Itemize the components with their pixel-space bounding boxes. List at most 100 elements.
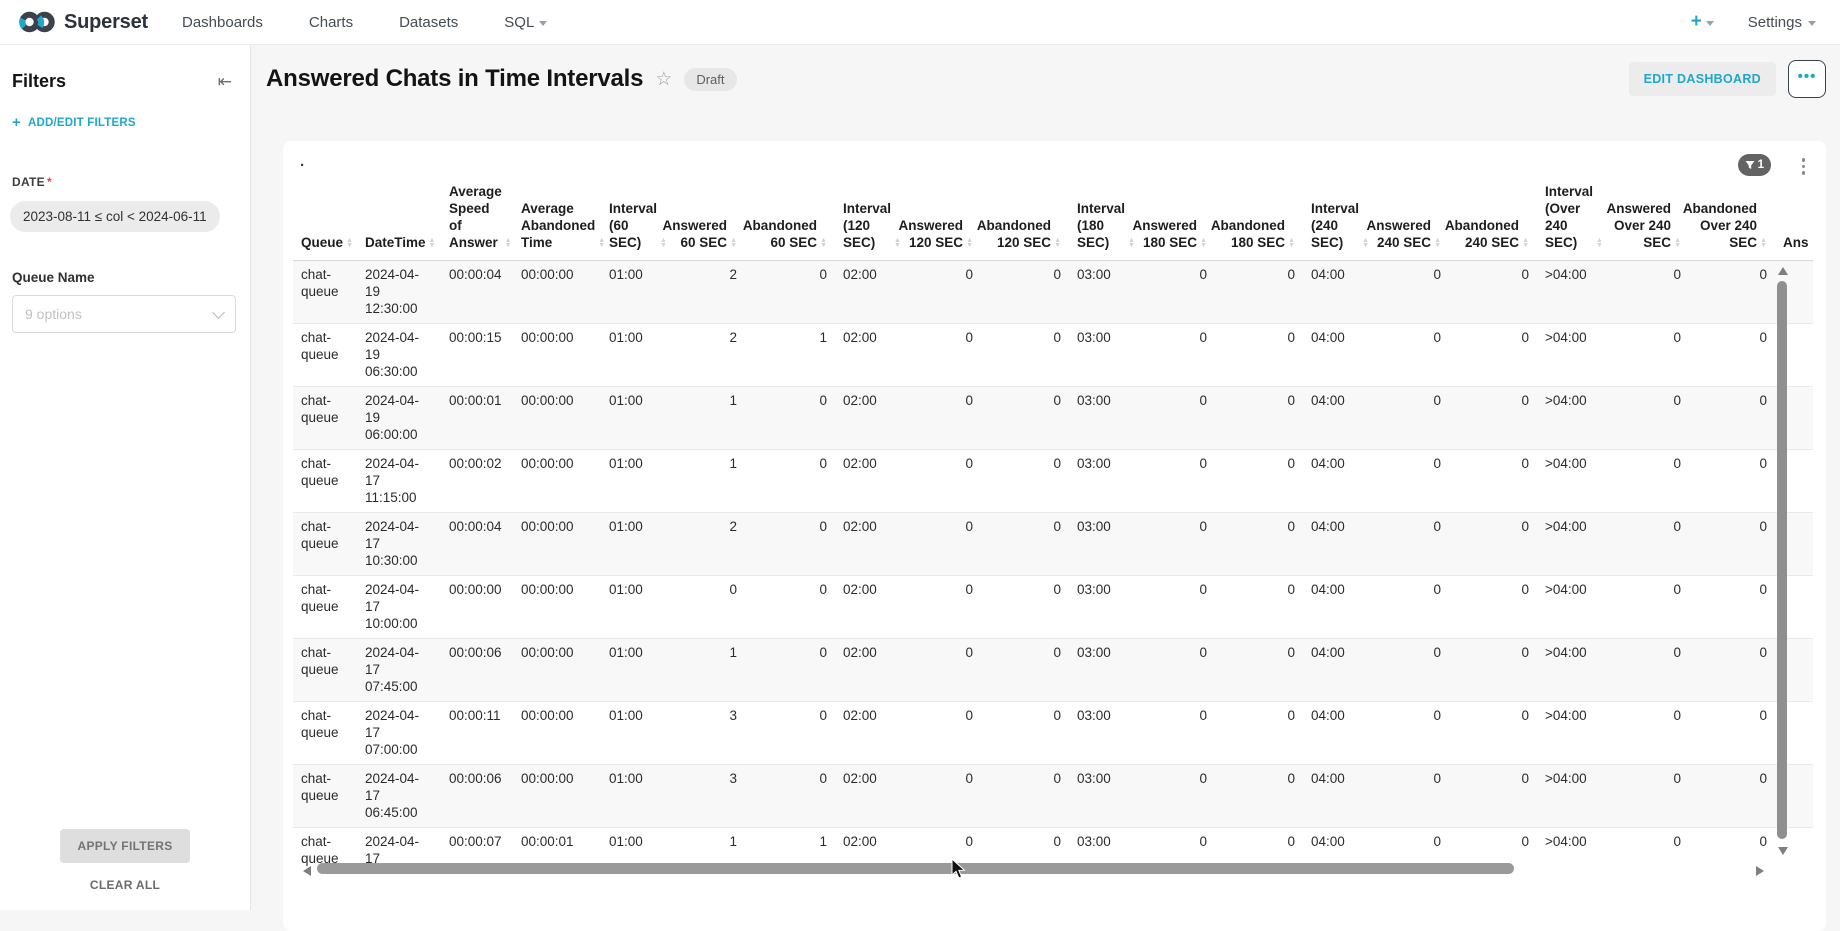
column-header-interval-180-sec[interactable]: Interval (180 SEC)▲▼ — [1069, 177, 1133, 261]
apply-filters-button[interactable]: APPLY FILTERS — [60, 829, 189, 863]
vertical-scrollbar-thumb[interactable] — [1777, 281, 1787, 839]
column-header-answered-60-sec[interactable]: Answered 60 SEC▲▼ — [667, 177, 745, 261]
cell-abandoned-120-sec: 0 — [981, 261, 1069, 324]
column-header-abandoned-120-sec[interactable]: Abandoned 120 SEC▲▼ — [981, 177, 1069, 261]
cell-abandoned-120-sec: 0 — [981, 513, 1069, 576]
sort-icon: ▲▼ — [598, 238, 605, 248]
cell-abandoned-60-sec: 0 — [745, 639, 835, 702]
nav-item-dashboards[interactable]: Dashboards — [182, 14, 263, 31]
table-header-row: Queue▲▼DateTime▲▼Average Speed of Answer… — [293, 177, 1813, 261]
column-header-answered-over-240-sec[interactable]: Answered Over 240 SEC▲▼ — [1609, 177, 1689, 261]
column-header-interval-over-240-sec[interactable]: Interval (Over 240 SEC)▲▼ — [1537, 177, 1609, 261]
column-header-interval-240-sec[interactable]: Interval (240 SEC)▲▼ — [1303, 177, 1367, 261]
cell-queue: chat-queue — [293, 828, 357, 868]
column-header-queue[interactable]: Queue▲▼ — [293, 177, 357, 261]
superset-infinity-icon — [18, 10, 56, 34]
horizontal-scrollbar-thumb[interactable] — [317, 863, 1514, 874]
edit-dashboard-button[interactable]: EDIT DASHBOARD — [1629, 62, 1776, 96]
favorite-star-icon[interactable]: ☆ — [655, 68, 672, 91]
sort-icon: ▲▼ — [1200, 238, 1207, 248]
cell-answered-over-240-sec: 0 — [1609, 261, 1689, 324]
cell-abandoned-over-240-sec: 0 — [1689, 702, 1775, 765]
cell-abandoned-over-240-sec: 0 — [1689, 387, 1775, 450]
column-header-abandoned-180-sec[interactable]: Abandoned 180 SEC▲▼ — [1215, 177, 1303, 261]
cell-abandoned-60-sec: 1 — [745, 324, 835, 387]
cell-interval-120-sec: 02:00 — [835, 387, 899, 450]
vertical-scroll-down-arrow[interactable] — [1778, 847, 1788, 855]
column-header-interval-60-sec[interactable]: Interval (60 SEC)▲▼ — [601, 177, 667, 261]
cell-abandoned-120-sec: 0 — [981, 324, 1069, 387]
plus-icon: + — [12, 114, 21, 131]
nav-item-charts[interactable]: Charts — [309, 14, 353, 31]
column-header-answered-240-sec[interactable]: Answered 240 SEC▲▼ — [1367, 177, 1449, 261]
column-label: Answered 60 SEC — [663, 217, 728, 251]
cell-interval-120-sec: 02:00 — [835, 828, 899, 868]
cell-interval-180-sec: 03:00 — [1069, 828, 1133, 868]
column-header-answered-120-sec[interactable]: Answered 120 SEC▲▼ — [899, 177, 981, 261]
queue-name-placeholder: 9 options — [25, 306, 82, 322]
chart-title: . — [300, 153, 304, 170]
column-header-datetime[interactable]: DateTime▲▼ — [357, 177, 441, 261]
cell-datetime: 2024-04- 17 07:45:00 — [357, 639, 441, 702]
column-header-abandoned-240-sec[interactable]: Abandoned 240 SEC▲▼ — [1449, 177, 1537, 261]
cell-answered-60-sec: 1 — [667, 828, 745, 868]
date-filter-value[interactable]: 2023-08-11 ≤ col < 2024-06-11 — [10, 201, 220, 232]
cell-interval-over-240-sec: >04:00 — [1537, 324, 1609, 387]
column-header-interval-120-sec[interactable]: Interval (120 SEC)▲▼ — [835, 177, 899, 261]
cell-answered-over-240-sec: 0 — [1609, 450, 1689, 513]
cell-answered-60-sec: 1 — [667, 387, 745, 450]
cell-interval-120-sec: 02:00 — [835, 261, 899, 324]
add-edit-filters-button[interactable]: + ADD/EDIT FILTERS — [12, 114, 250, 131]
table-row: chat-queue2024-04- 17 10:30:0000:00:0400… — [293, 513, 1813, 576]
cell-average-speed-of-answer: 00:00:11 — [441, 702, 513, 765]
horizontal-scroll-left-arrow[interactable] — [303, 866, 311, 876]
column-label: Queue — [301, 234, 343, 251]
cell-abandoned-180-sec: 0 — [1215, 387, 1303, 450]
queue-name-select[interactable]: 9 options — [12, 295, 236, 333]
column-label: Abandoned 180 SEC — [1211, 217, 1285, 251]
sort-icon: ▲▼ — [429, 238, 436, 248]
cell-average-abandoned-time: 00:00:00 — [513, 513, 601, 576]
sort-icon: ▲▼ — [346, 238, 353, 248]
new-item-button[interactable]: + — [1691, 11, 1714, 33]
filters-sidebar: Filters ⇤ + ADD/EDIT FILTERS DATE* 2023-… — [0, 45, 251, 910]
nav-item-datasets[interactable]: Datasets — [399, 14, 458, 31]
vertical-scroll-up-arrow[interactable] — [1778, 267, 1788, 275]
cell-abandoned-over-240-sec: 0 — [1689, 450, 1775, 513]
column-header-average-speed-of-answer[interactable]: Average Speed of Answer▲▼ — [441, 177, 513, 261]
horizontal-scroll-right-arrow[interactable] — [1756, 866, 1764, 876]
cell-abandoned-60-sec: 1 — [745, 828, 835, 868]
date-filter-label: DATE* — [12, 175, 250, 189]
filters-title: Filters — [12, 71, 66, 92]
column-header-average-abandoned-time[interactable]: Average Abandoned Time▲▼ — [513, 177, 601, 261]
dashboard-more-button[interactable]: ••• — [1788, 60, 1826, 98]
cell-abandoned-240-sec: 0 — [1449, 576, 1537, 639]
column-label: Average Abandoned Time — [521, 200, 595, 251]
cell-interval-60-sec: 01:00 — [601, 513, 667, 576]
brand-name: Superset — [64, 11, 148, 34]
cell-interval-180-sec: 03:00 — [1069, 261, 1133, 324]
cell-answered-60-sec: 2 — [667, 261, 745, 324]
cell-answered-180-sec: 0 — [1133, 450, 1215, 513]
superset-logo[interactable]: Superset — [0, 10, 158, 34]
cell-abandoned-180-sec: 0 — [1215, 828, 1303, 868]
cell-answered-240-sec: 0 — [1367, 576, 1449, 639]
dashboard-title: Answered Chats in Time Intervals — [266, 65, 643, 93]
column-header-ans[interactable]: Ans — [1775, 177, 1813, 261]
cell-datetime: 2024-04- 17 11:15:00 — [357, 450, 441, 513]
cell-abandoned-240-sec: 0 — [1449, 765, 1537, 828]
column-header-abandoned-60-sec[interactable]: Abandoned 60 SEC▲▼ — [745, 177, 835, 261]
clear-all-button[interactable]: CLEAR ALL — [0, 878, 250, 892]
column-label: Interval (Over 240 SEC) — [1545, 183, 1593, 251]
collapse-sidebar-icon[interactable]: ⇤ — [218, 73, 232, 90]
column-header-answered-180-sec[interactable]: Answered 180 SEC▲▼ — [1133, 177, 1215, 261]
cell-answered-60-sec: 2 — [667, 513, 745, 576]
nav-item-sql[interactable]: SQL — [504, 14, 547, 31]
applied-filters-badge[interactable]: 1 — [1738, 154, 1771, 176]
table-row: chat-queue2024-04- 17 06:30:0000:00:0700… — [293, 828, 1813, 868]
column-header-abandoned-over-240-sec[interactable]: Abandoned Over 240 SEC▲▼ — [1689, 177, 1775, 261]
cell-interval-120-sec: 02:00 — [835, 765, 899, 828]
chart-kebab-menu-icon[interactable] — [1800, 156, 1808, 177]
settings-menu[interactable]: Settings — [1748, 14, 1816, 31]
cell-answered-120-sec: 0 — [899, 639, 981, 702]
